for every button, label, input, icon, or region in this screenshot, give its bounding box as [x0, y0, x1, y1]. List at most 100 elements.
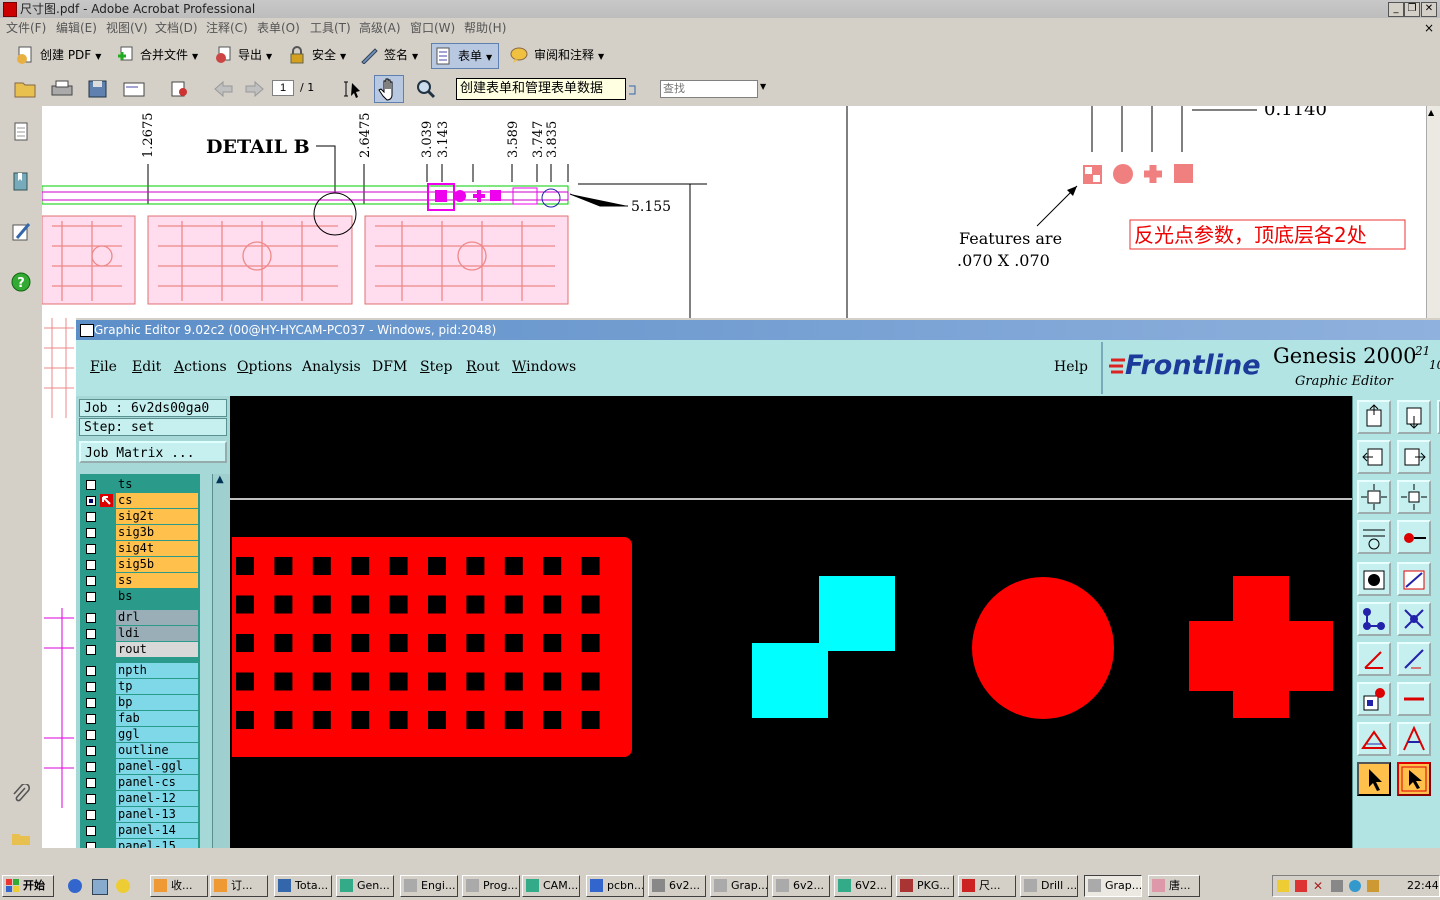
page-number-input[interactable] — [272, 80, 294, 96]
ge-menu-actions[interactable]: Actions — [174, 359, 227, 375]
layer-checkbox[interactable] — [86, 613, 96, 623]
taskbar-button[interactable]: 唐... — [1148, 875, 1200, 897]
zoom-fit-icon[interactable] — [1357, 480, 1391, 514]
layer-row[interactable]: panel-14 — [80, 823, 200, 839]
pad-select-icon[interactable] — [1357, 682, 1391, 716]
layer-checkbox[interactable] — [86, 645, 96, 655]
combine-files-button[interactable]: 合并文件 ▼ — [114, 43, 198, 67]
layer-row[interactable]: sig4t — [80, 541, 200, 557]
next-page-icon[interactable] — [242, 79, 264, 99]
ge-menu-help[interactable]: Help — [1054, 359, 1088, 375]
ge-menu-edit[interactable]: Edit — [132, 359, 161, 375]
tray-icon-4[interactable] — [1331, 880, 1343, 892]
ge-menu-options[interactable]: Options — [237, 359, 292, 375]
ge-menu-dfm[interactable]: DFM — [372, 359, 407, 375]
layer-checkbox[interactable] — [86, 794, 96, 804]
layer-checkbox[interactable] — [86, 762, 96, 772]
layer-list-scrollbar[interactable]: ▲ — [212, 474, 231, 848]
tray-icon-2[interactable] — [1295, 880, 1307, 892]
layer-row[interactable]: drl — [80, 610, 200, 626]
layer-row[interactable]: ggl — [80, 727, 200, 743]
taskbar-button[interactable]: Engi... — [400, 875, 458, 897]
connect-nodes-icon[interactable] — [1357, 602, 1391, 636]
hand-tool-icon[interactable] — [374, 75, 404, 103]
taskbar-button[interactable]: PKG... — [896, 875, 954, 897]
ge-menu-file[interactable]: File — [90, 359, 117, 375]
diagonal-tool-icon[interactable] — [1397, 642, 1431, 676]
menu-window[interactable]: 窗口(W) — [410, 18, 455, 38]
taskbar-button[interactable]: 6V2... — [834, 875, 892, 897]
add-pad-icon[interactable] — [1357, 562, 1391, 596]
taskbar-button[interactable]: pcbn... — [586, 875, 644, 897]
horizontal-line-icon[interactable] — [1397, 682, 1431, 716]
layer-row[interactable]: panel-ggl — [80, 759, 200, 775]
layer-row[interactable]: panel-12 — [80, 791, 200, 807]
print-icon[interactable] — [50, 79, 73, 99]
menu-comments[interactable]: 注释(C) — [206, 18, 248, 38]
taskbar-button[interactable]: 收... — [150, 875, 208, 897]
add-line-icon[interactable] — [1397, 562, 1431, 596]
layer-checkbox[interactable] — [86, 714, 96, 724]
ge-menu-windows[interactable]: Windows — [512, 359, 576, 375]
taskbar-button[interactable]: Prog... — [462, 875, 520, 897]
taskbar-button[interactable]: 6v2... — [648, 875, 706, 897]
ge-menu-analysis[interactable]: Analysis — [302, 359, 361, 375]
cross-nodes-icon[interactable] — [1397, 602, 1431, 636]
email-icon[interactable] — [122, 79, 145, 99]
scroll-up-icon[interactable]: ▲ — [1428, 108, 1434, 117]
menu-forms[interactable]: 表单(O) — [257, 18, 300, 38]
layer-checkbox[interactable] — [86, 592, 96, 602]
zoom-home-up-icon[interactable] — [1357, 400, 1391, 434]
layer-row[interactable]: rout — [80, 642, 200, 658]
menu-document[interactable]: 文档(D) — [155, 18, 198, 38]
layer-checkbox[interactable] — [86, 746, 96, 756]
taskbar-button[interactable]: 尺... — [958, 875, 1016, 897]
angle-tool-icon[interactable] — [1357, 642, 1391, 676]
signatures-icon[interactable] — [11, 222, 31, 242]
taskbar-button[interactable]: 6v2... — [772, 875, 830, 897]
find-dropdown-icon[interactable]: ▼ — [760, 82, 766, 91]
layer-row[interactable]: npth — [80, 663, 200, 679]
menu-tools[interactable]: 工具(T) — [310, 18, 351, 38]
apex-tool-icon[interactable] — [1397, 722, 1431, 756]
layer-row[interactable]: ts — [80, 477, 200, 493]
job-matrix-button[interactable]: Job Matrix ... — [79, 441, 227, 463]
document-close-button[interactable]: × — [1424, 18, 1434, 38]
layer-checkbox[interactable] — [86, 576, 96, 586]
tray-icon-5[interactable] — [1349, 880, 1361, 892]
menu-help[interactable]: 帮助(H) — [464, 18, 506, 38]
layer-checkbox[interactable] — [86, 778, 96, 788]
scroll-up-arrow-icon[interactable]: ▲ — [216, 474, 224, 485]
layer-row[interactable]: ss — [80, 573, 200, 589]
taskbar-button[interactable]: Grap... — [710, 875, 768, 897]
layer-checkbox[interactable] — [86, 730, 96, 740]
layer-row[interactable]: ldi — [80, 626, 200, 642]
taskbar-button[interactable]: CAM... — [522, 875, 580, 897]
layer-checkbox[interactable] — [86, 528, 96, 538]
layer-checkbox[interactable] — [86, 629, 96, 639]
select-text-icon[interactable] — [342, 79, 364, 99]
help-icon[interactable]: ? — [11, 272, 31, 292]
menu-view[interactable]: 视图(V) — [106, 18, 148, 38]
layer-checkbox[interactable] — [86, 810, 96, 820]
taskbar-button[interactable]: Tota... — [274, 875, 332, 897]
layer-checkbox[interactable] — [86, 560, 96, 570]
pan-left-icon[interactable] — [1357, 440, 1391, 474]
zoom-center-icon[interactable] — [1397, 480, 1431, 514]
layer-checkbox[interactable] — [86, 826, 96, 836]
layer-row[interactable]: tp — [80, 679, 200, 695]
tray-x-icon[interactable]: ✕ — [1313, 879, 1323, 893]
pdf-vertical-scrollbar[interactable]: ▲ — [1426, 106, 1440, 318]
review-comment-button[interactable]: 审阅和注释 ▼ — [508, 43, 604, 67]
taskbar-button[interactable]: 订... — [210, 875, 268, 897]
start-button[interactable]: 开始 — [2, 875, 54, 897]
layer-row[interactable]: sig5b — [80, 557, 200, 573]
measure-tool-icon[interactable] — [1357, 520, 1391, 554]
zoom-down-icon[interactable] — [1397, 400, 1431, 434]
desktop-quicklaunch-icon[interactable] — [92, 879, 108, 895]
previous-page-icon[interactable] — [212, 79, 234, 99]
tray-icon-6[interactable] — [1367, 880, 1379, 892]
ge-menu-step[interactable]: Step — [420, 359, 452, 375]
close-icon[interactable]: ✕ — [1421, 2, 1437, 17]
forms-button[interactable]: 表单 ▼ — [431, 43, 499, 69]
